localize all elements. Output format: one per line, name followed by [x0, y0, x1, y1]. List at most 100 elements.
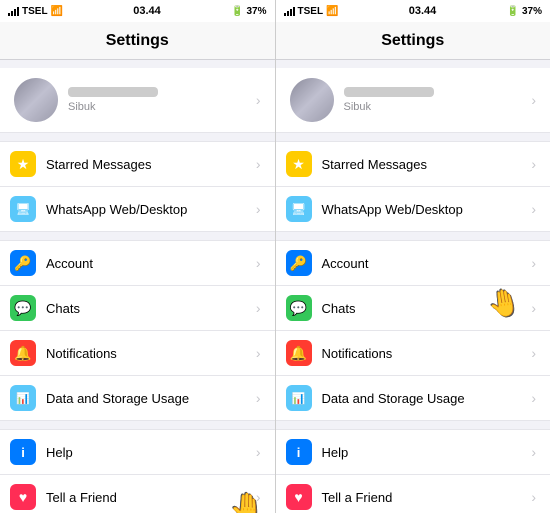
account-label: Account [46, 256, 256, 271]
charging-icon: 🔋 [231, 6, 243, 17]
carrier-label-right: TSEL [298, 6, 324, 17]
chats-icon-right: 💬 [286, 295, 312, 321]
data-storage-item[interactable]: 📊 Data and Storage Usage › [0, 376, 275, 420]
chevron-icon-right: › [531, 300, 536, 316]
help-item-right[interactable]: i Help › [276, 430, 550, 475]
help-label-right: Help [322, 445, 532, 460]
help-group-right: i Help › ♥ Tell a Friend › [276, 429, 550, 513]
chevron-right-icon: › [256, 92, 261, 108]
time-label-right: 03.44 [409, 5, 437, 17]
time-label: 03.44 [133, 5, 161, 17]
tell-friend-item[interactable]: ♥ Tell a Friend › [0, 475, 275, 513]
chevron-icon: › [256, 345, 261, 361]
chevron-icon-right: › [531, 489, 536, 505]
bell-icon-right: 🔔 [286, 340, 312, 366]
data-storage-item-right[interactable]: 📊 Data and Storage Usage › [276, 376, 550, 420]
info-icon: i [10, 439, 36, 465]
chevron-right-icon-right: › [531, 92, 536, 108]
data-storage-label: Data and Storage Usage [46, 391, 256, 406]
desktop-icon-right: 🖥 [286, 196, 312, 222]
page-title-left: Settings [106, 32, 169, 50]
wifi-icon: 📶 [51, 6, 63, 17]
avatar-right [290, 78, 334, 122]
battery-percent-right: 37% [522, 6, 542, 17]
status-left: TSEL 📶 [8, 6, 63, 17]
profile-info-right: Sibuk [344, 87, 532, 113]
starred-messages-label-right: Starred Messages [322, 157, 532, 172]
info-icon-right: i [286, 439, 312, 465]
chevron-icon: › [256, 444, 261, 460]
profile-info-left: Sibuk [68, 87, 256, 113]
page-title-right: Settings [381, 32, 444, 50]
signal-icon-right [284, 6, 295, 16]
notifications-item[interactable]: 🔔 Notifications › [0, 331, 275, 376]
chevron-icon: › [256, 390, 261, 406]
status-right: 🔋 37% [231, 6, 266, 17]
whatsapp-web-item[interactable]: 🖥 WhatsApp Web/Desktop › [0, 187, 275, 231]
settings-group-right: 🔑 Account › 💬 Chats › 🤚 🔔 Notifications … [276, 240, 550, 421]
data-icon: 📊 [10, 385, 36, 411]
help-label: Help [46, 445, 256, 460]
profile-status-right: Sibuk [344, 101, 532, 113]
carrier-label: TSEL [22, 6, 48, 17]
chevron-icon: › [256, 201, 261, 217]
tell-friend-label: Tell a Friend [46, 490, 256, 505]
account-item-right[interactable]: 🔑 Account › [276, 241, 550, 286]
status-left-right: TSEL 📶 [284, 6, 339, 17]
notifications-label-right: Notifications [322, 346, 532, 361]
status-bar-left: TSEL 📶 03.44 🔋 37% [0, 0, 275, 22]
chevron-icon-right: › [531, 255, 536, 271]
status-right-right: 🔋 37% [507, 6, 542, 17]
heart-icon: ♥ [10, 484, 36, 510]
starred-messages-item[interactable]: ★ Starred Messages › [0, 142, 275, 187]
starred-group-right: ★ Starred Messages › 🖥 WhatsApp Web/Desk… [276, 141, 550, 232]
data-icon-right: 📊 [286, 385, 312, 411]
profile-section-right[interactable]: Sibuk › [276, 68, 550, 133]
chevron-icon: › [256, 156, 261, 172]
right-phone-panel: TSEL 📶 03.44 🔋 37% Settings Sibuk › ★ St… [276, 0, 550, 513]
battery-percent: 37% [246, 6, 266, 17]
chevron-icon-right: › [531, 156, 536, 172]
chevron-icon-right: › [531, 345, 536, 361]
whatsapp-web-item-right[interactable]: 🖥 WhatsApp Web/Desktop › [276, 187, 550, 231]
charging-icon-right: 🔋 [507, 6, 519, 17]
starred-messages-item-right[interactable]: ★ Starred Messages › [276, 142, 550, 187]
chevron-icon-right: › [531, 390, 536, 406]
notifications-label: Notifications [46, 346, 256, 361]
nav-bar-right: Settings [276, 22, 550, 60]
data-storage-label-right: Data and Storage Usage [322, 391, 532, 406]
nav-bar-left: Settings [0, 22, 275, 60]
help-item[interactable]: i Help › [0, 430, 275, 475]
account-item[interactable]: 🔑 Account › [0, 241, 275, 286]
star-icon-right: ★ [286, 151, 312, 177]
heart-icon-right: ♥ [286, 484, 312, 510]
desktop-icon: 🖥 [10, 196, 36, 222]
starred-messages-label: Starred Messages [46, 157, 256, 172]
chats-label-right: Chats [322, 301, 532, 316]
account-label-right: Account [322, 256, 532, 271]
whatsapp-web-label: WhatsApp Web/Desktop [46, 202, 256, 217]
profile-section-left[interactable]: Sibuk › [0, 68, 275, 133]
chevron-icon-right: › [531, 444, 536, 460]
chats-item[interactable]: 💬 Chats › [0, 286, 275, 331]
whatsapp-web-label-right: WhatsApp Web/Desktop [322, 202, 532, 217]
chevron-icon: › [256, 489, 261, 505]
notifications-item-right[interactable]: 🔔 Notifications › [276, 331, 550, 376]
starred-group-left: ★ Starred Messages › 🖥 WhatsApp Web/Desk… [0, 141, 275, 232]
chevron-icon: › [256, 255, 261, 271]
profile-name-right [344, 87, 434, 97]
chats-label: Chats [46, 301, 256, 316]
tell-friend-item-right[interactable]: ♥ Tell a Friend › [276, 475, 550, 513]
signal-icon [8, 6, 19, 16]
bell-icon: 🔔 [10, 340, 36, 366]
help-group-left: i Help › ♥ Tell a Friend › [0, 429, 275, 513]
chats-item-right[interactable]: 💬 Chats › 🤚 [276, 286, 550, 331]
chevron-icon-right: › [531, 201, 536, 217]
star-icon: ★ [10, 151, 36, 177]
left-phone-panel: TSEL 📶 03.44 🔋 37% Settings Sibuk › ★ St… [0, 0, 275, 513]
avatar-left [14, 78, 58, 122]
profile-status-left: Sibuk [68, 101, 256, 113]
chats-icon: 💬 [10, 295, 36, 321]
wifi-icon-right: 📶 [326, 6, 338, 17]
key-icon: 🔑 [10, 250, 36, 276]
